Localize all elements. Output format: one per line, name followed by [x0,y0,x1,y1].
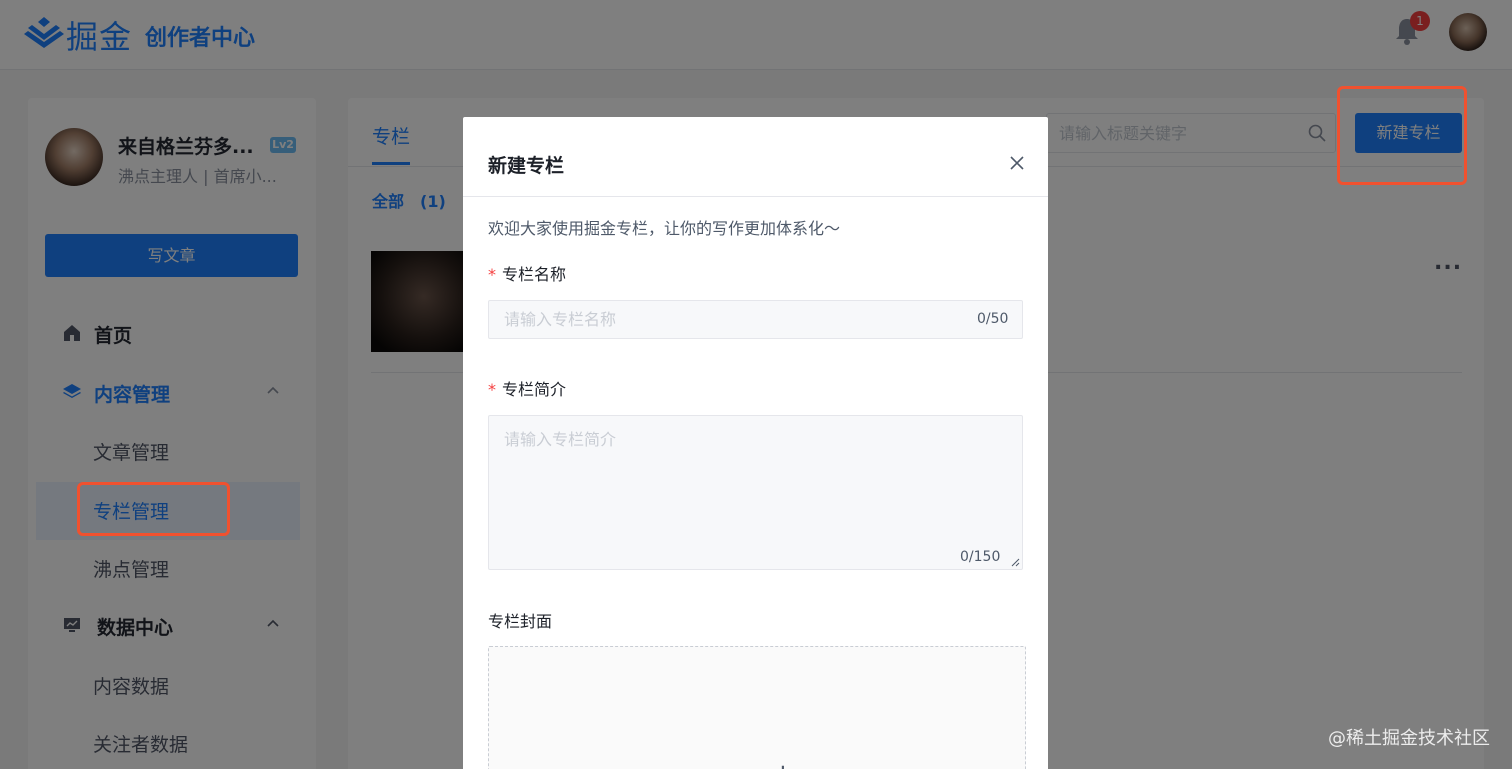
close-icon[interactable] [1008,154,1026,172]
column-name-label: * 专栏名称 [488,261,566,285]
column-intro-textarea[interactable] [504,426,1004,536]
column-intro-counter: 0/150 [960,549,1001,565]
column-intro-label: * 专栏简介 [488,376,566,400]
column-name-label-text: 专栏名称 [502,265,567,284]
cover-upload-area[interactable]: + [488,646,1026,769]
annotation-highlight-new-column [1337,86,1467,185]
plus-icon: + [772,761,794,769]
column-name-field[interactable]: 0/50 [488,300,1023,339]
dialog-divider [463,196,1048,197]
column-intro-label-text: 专栏简介 [502,380,567,399]
required-mark: * [488,380,496,399]
dialog-title: 新建专栏 [488,155,565,177]
required-mark: * [488,265,496,284]
column-intro-field[interactable]: 0/150 [488,415,1023,570]
column-cover-label: 专栏封面 [488,612,553,631]
column-name-counter: 0/50 [977,311,1009,327]
dialog-intro: 欢迎大家使用掘金专栏，让你的写作更加体系化～ [488,219,841,238]
watermark: @稀土掘金技术社区 [1328,728,1490,749]
new-column-dialog: 新建专栏 欢迎大家使用掘金专栏，让你的写作更加体系化～ * 专栏名称 0/50 *… [463,117,1048,769]
resize-handle-icon[interactable] [1010,557,1020,567]
column-name-input[interactable] [504,301,964,338]
annotation-highlight-column-management [77,482,230,536]
